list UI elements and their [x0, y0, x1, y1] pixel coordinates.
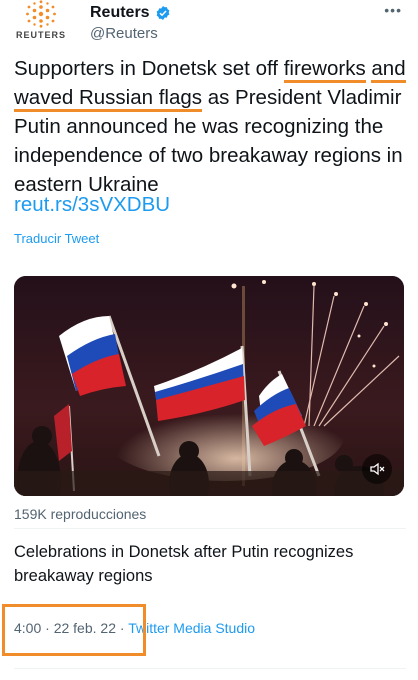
video-thumbnail	[14, 276, 404, 496]
tweet-source-link[interactable]: Twitter Media Studio	[128, 620, 255, 636]
tweet-link[interactable]: reut.rs/3sVXDBU	[14, 193, 170, 217]
divider	[14, 528, 406, 529]
author-name-row[interactable]: Reuters	[90, 4, 171, 22]
video-title[interactable]: Celebrations in Donetsk after Putin reco…	[14, 540, 404, 588]
video-view-count: 159K reproducciones	[14, 506, 147, 522]
tweet-text-start: Supporters in Donetsk set off	[14, 57, 284, 80]
author-display-name[interactable]: Reuters	[90, 4, 150, 22]
verified-badge-icon	[156, 6, 169, 20]
reuters-logo-text: REUTERS	[15, 30, 66, 40]
tweet-page: REUTERS Reuters @Reuters ••• Supporters …	[0, 0, 418, 680]
translate-tweet-link[interactable]: Traducir Tweet	[14, 231, 99, 246]
tweet-text: Supporters in Donetsk set off fireworks …	[14, 54, 406, 199]
more-options-icon[interactable]: •••	[384, 2, 402, 18]
highlighted-fireworks: fireworks	[283, 57, 366, 83]
author-handle[interactable]: @Reuters	[90, 25, 158, 42]
video-player[interactable]	[14, 276, 404, 496]
speaker-muted-icon	[370, 462, 385, 476]
reuters-logo-icon	[26, 0, 56, 28]
divider-bottom	[14, 668, 406, 669]
reuters-avatar[interactable]: REUTERS	[10, 0, 72, 44]
date-highlight-box	[2, 604, 146, 656]
mute-icon[interactable]	[362, 454, 392, 484]
